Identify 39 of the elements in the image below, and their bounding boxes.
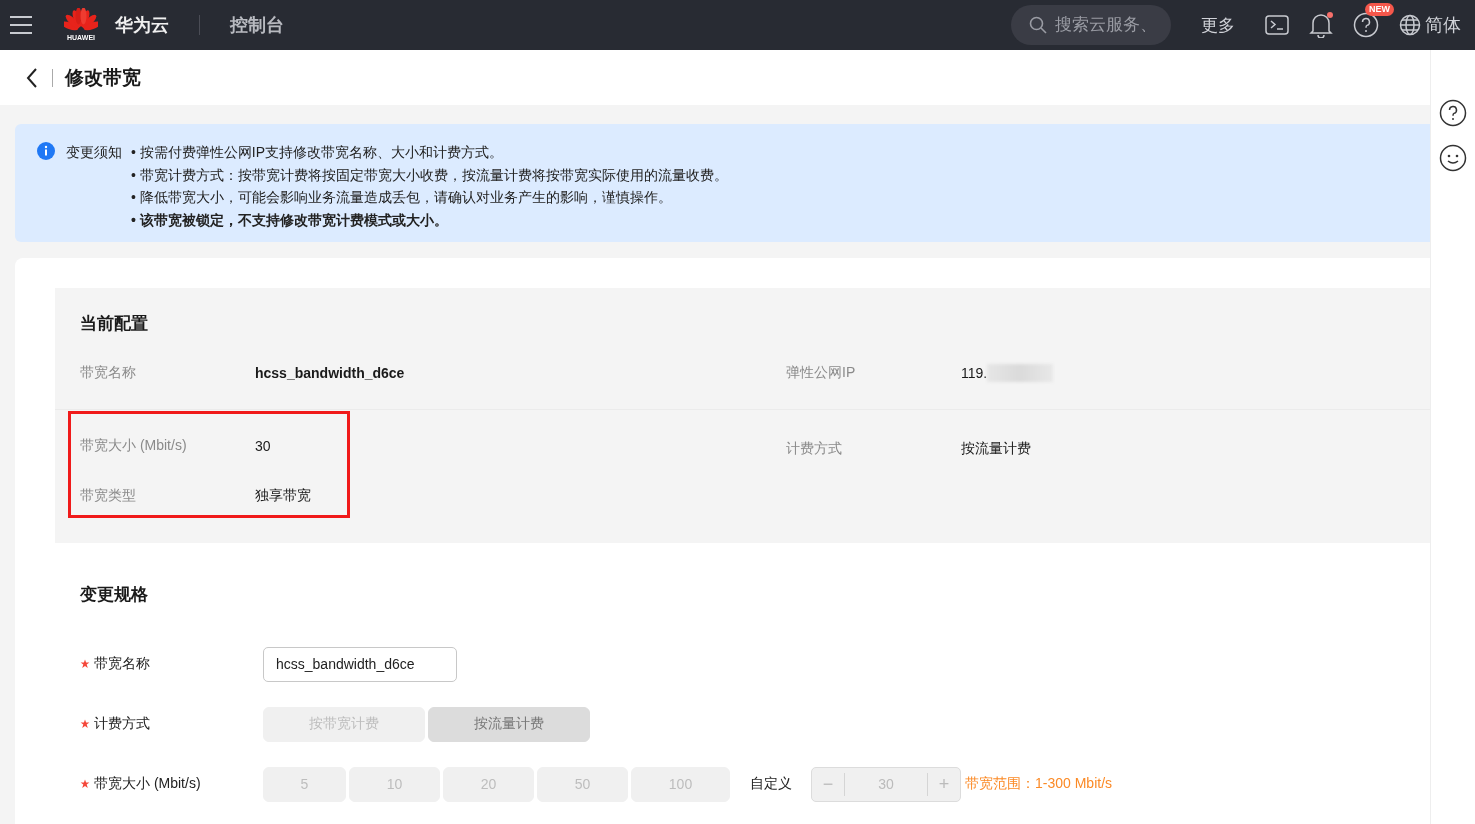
more-link[interactable]: 更多	[1201, 13, 1235, 37]
field-label: 计费方式	[94, 715, 150, 733]
field-value: 按流量计费	[961, 440, 1031, 458]
language-button[interactable]: 简体	[1399, 13, 1461, 37]
field-label: 带宽名称	[94, 655, 150, 673]
back-icon[interactable]	[26, 67, 38, 88]
smiley-icon[interactable]	[1439, 144, 1467, 172]
field-label: 计费方式	[786, 440, 843, 458]
notice-item: • 按需付费弹性公网IP支持修改带宽名称、大小和计费方式。	[131, 143, 505, 162]
bell-icon[interactable]	[1309, 12, 1333, 38]
field-label: 带宽类型	[80, 487, 137, 505]
page-title: 修改带宽	[65, 65, 141, 90]
field-value: 119.	[961, 365, 988, 381]
field-label: 带宽大小 (Mbit/s)	[80, 437, 188, 455]
field-value: 30	[255, 438, 272, 454]
name-input[interactable]: hcss_bandwidth_d6ce	[263, 646, 457, 682]
notice-heading: 变更须知	[66, 143, 122, 162]
section-title: 当前配置	[80, 313, 149, 335]
notice-item: • 降低带宽大小，可能会影响业务流量造成丢包，请确认对业务产生的影响，谨慎操作。	[131, 188, 673, 207]
terminal-icon[interactable]	[1265, 12, 1289, 38]
brand-name: 华为云	[115, 14, 169, 37]
menu-icon[interactable]	[10, 16, 32, 34]
info-icon	[37, 142, 55, 160]
notice-item: • 该带宽被锁定，不支持修改带宽计费模式或大小。	[131, 210, 449, 230]
globe-icon	[1399, 14, 1421, 36]
field-label: 带宽大小 (Mbit/s)	[94, 775, 201, 793]
search-field[interactable]: 搜索云服务、	[1011, 5, 1171, 45]
field-label: 弹性公网IP	[786, 364, 857, 382]
logo-icon	[64, 8, 98, 32]
help-icon[interactable]	[1439, 99, 1467, 127]
field-label: 带宽名称	[80, 364, 137, 382]
range-hint: 带宽范围：1-300 Mbit/s	[965, 775, 1113, 793]
custom-label: 自定义	[750, 775, 792, 793]
field-value: hcss_bandwidth_d6ce	[255, 365, 406, 381]
console-link[interactable]: 控制台	[230, 13, 284, 37]
field-value: 独享带宽	[255, 487, 312, 505]
new-badge: NEW	[1365, 3, 1394, 16]
notice-item: • 带宽计费方式：按带宽计费将按固定带宽大小收费，按流量计费将按带宽实际使用的流量收费。	[131, 165, 728, 185]
section-title: 变更规格	[80, 584, 149, 606]
